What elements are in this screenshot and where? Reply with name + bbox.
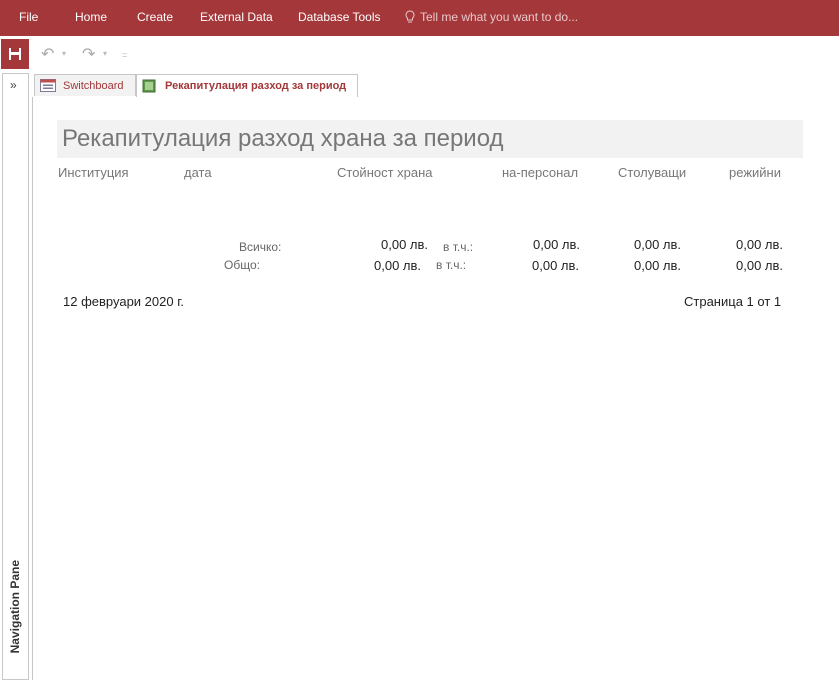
- ribbon-bar: File Home Create External Data Database …: [0, 0, 839, 36]
- row-all-incl-label: в т.ч.:: [443, 240, 474, 254]
- navigation-pane-label[interactable]: Navigation Pane: [8, 560, 22, 653]
- tell-me-search[interactable]: Tell me what you want to do...: [404, 10, 578, 24]
- report-title: Рекапитулация разход храна за период: [62, 125, 504, 152]
- report-icon: [142, 79, 156, 93]
- row-all-overhead: 0,00 лв.: [736, 237, 784, 252]
- header-date: дата: [184, 165, 212, 180]
- tab-switchboard[interactable]: Switchboard: [34, 74, 136, 96]
- customize-qat-icon[interactable]: =: [122, 50, 127, 60]
- undo-icon[interactable]: ↶: [41, 44, 54, 64]
- tab-report-period[interactable]: Рекапитулация разход за период: [136, 74, 358, 98]
- tell-me-text: Tell me what you want to do...: [420, 10, 579, 24]
- row-total-diners: 0,00 лв.: [634, 258, 682, 273]
- expand-nav-icon[interactable]: »: [10, 78, 17, 92]
- report-page: Рекапитулация разход храна за период Инс…: [32, 97, 839, 680]
- report-page-info: Страница 1 от 1: [684, 294, 782, 309]
- header-staff: на-персонал: [502, 165, 579, 180]
- form-icon: [40, 79, 56, 92]
- tab-switchboard-label: Switchboard: [63, 80, 124, 92]
- menu-external-data[interactable]: External Data: [200, 10, 273, 24]
- tab-report-period-label: Рекапитулация разход за период: [165, 80, 347, 92]
- menu-database-tools[interactable]: Database Tools: [298, 10, 381, 24]
- save-icon: [9, 48, 21, 60]
- row-total-food-cost: 0,00 лв.: [374, 258, 422, 273]
- header-institution: Институция: [58, 165, 129, 180]
- redo-icon[interactable]: ↷: [82, 44, 95, 64]
- header-food-cost: Стойност храна: [337, 165, 433, 180]
- lightbulb-icon: [405, 10, 415, 23]
- redo-dropdown-icon[interactable]: ▾: [103, 49, 107, 58]
- menu-create[interactable]: Create: [137, 10, 173, 24]
- document-tabs: Switchboard Рекапитулация разход за пери…: [32, 73, 839, 98]
- row-total-incl-label: в т.ч.:: [436, 258, 467, 272]
- navigation-pane[interactable]: » Navigation Pane: [2, 73, 29, 680]
- menu-home[interactable]: Home: [75, 10, 107, 24]
- row-all-staff: 0,00 лв.: [533, 237, 581, 252]
- header-overhead: режийни: [729, 165, 781, 180]
- row-total-staff: 0,00 лв.: [532, 258, 580, 273]
- report-date: 12 февруари 2020 г.: [63, 294, 184, 309]
- header-diners: Столуващи: [618, 165, 687, 180]
- row-all-food-cost: 0,00 лв.: [381, 237, 429, 252]
- menu-file[interactable]: File: [19, 10, 38, 24]
- report-title-bar: Рекапитулация разход храна за период: [57, 120, 803, 158]
- undo-dropdown-icon[interactable]: ▾: [62, 49, 66, 58]
- save-button[interactable]: [1, 39, 29, 69]
- row-all-label: Всичко:: [239, 240, 282, 254]
- row-total-label: Общо:: [224, 258, 260, 272]
- row-total-overhead: 0,00 лв.: [736, 258, 784, 273]
- row-all-diners: 0,00 лв.: [634, 237, 682, 252]
- document-area: Switchboard Рекапитулация разход за пери…: [32, 73, 839, 680]
